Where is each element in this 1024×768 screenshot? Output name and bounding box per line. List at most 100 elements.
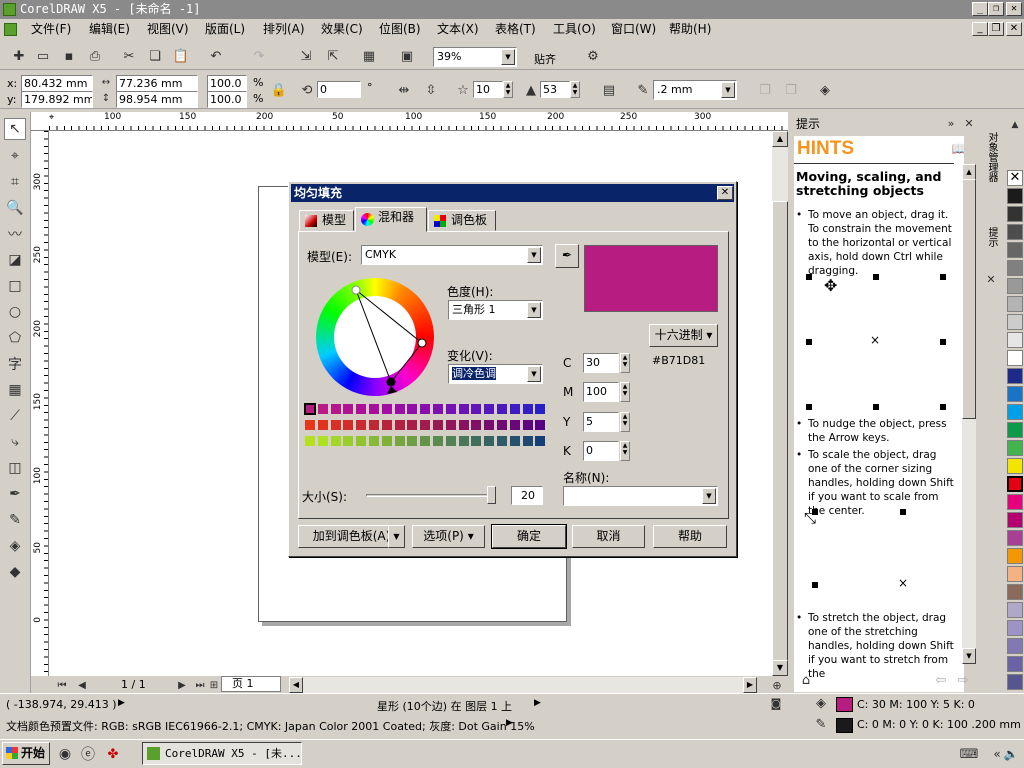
hints-scroll-down[interactable]: ▼ <box>962 648 976 664</box>
mixer-swatch[interactable] <box>316 419 329 431</box>
mixer-swatch[interactable] <box>432 419 444 431</box>
menu-tools[interactable]: 工具(O) <box>547 21 602 38</box>
scroll-thumb[interactable] <box>772 201 788 671</box>
mixer-swatch[interactable] <box>406 403 419 415</box>
rotation-angle-input[interactable]: 0 <box>317 81 361 98</box>
mixer-swatch[interactable] <box>444 403 457 415</box>
palette-swatch[interactable] <box>1007 314 1023 330</box>
yellow-spinner[interactable]: ▲ ▼ <box>620 412 630 432</box>
mixer-swatch[interactable] <box>444 419 457 431</box>
mixer-swatch[interactable] <box>419 419 432 431</box>
hex-format-button[interactable]: 十六进制 ▾ <box>649 324 718 347</box>
mixer-swatch[interactable] <box>496 403 508 415</box>
lock-ratio-icon[interactable]: 🔒 <box>268 79 290 101</box>
palette-swatch[interactable] <box>1007 188 1023 204</box>
width-input[interactable]: 77.236 mm <box>116 75 198 92</box>
hue-select[interactable]: 三角形 1 ▼ <box>448 300 543 320</box>
mixer-swatch[interactable] <box>380 419 393 431</box>
menu-text[interactable]: 文本(X) <box>431 21 485 38</box>
mixer-swatch[interactable] <box>457 435 470 447</box>
ellipse-tool-icon[interactable]: ○ <box>4 301 26 323</box>
black-spinner[interactable]: ▲ ▼ <box>620 441 630 461</box>
mixer-swatch[interactable] <box>316 435 329 447</box>
copy-icon[interactable]: ❏ <box>144 45 166 67</box>
yellow-input[interactable]: 5 <box>583 412 619 432</box>
palette-swatch[interactable] <box>1007 656 1023 672</box>
menu-effects[interactable]: 效果(C) <box>315 21 369 38</box>
color-mixer-grid[interactable] <box>304 403 547 451</box>
tab-mixers[interactable]: 混和器 <box>355 207 427 232</box>
palette-swatch[interactable] <box>1007 584 1023 600</box>
mixer-swatch[interactable] <box>521 435 534 447</box>
palette-swatch[interactable] <box>1007 458 1023 474</box>
palette-swatch[interactable] <box>1007 440 1023 456</box>
mixer-swatch[interactable] <box>521 403 534 415</box>
docker-strip-close-icon[interactable]: ✕ <box>980 268 1002 290</box>
menu-table[interactable]: 表格(T) <box>489 21 542 38</box>
mixer-swatch[interactable] <box>470 403 483 415</box>
palette-swatch[interactable] <box>1007 278 1023 294</box>
palette-swatch[interactable] <box>1007 296 1023 312</box>
doc-minimize-button[interactable]: _ <box>972 22 988 36</box>
mixer-swatch[interactable] <box>406 419 419 431</box>
welcome-screen-icon[interactable]: ▣ <box>396 45 418 67</box>
mixer-swatch[interactable] <box>496 435 508 447</box>
close-button[interactable]: ✕ <box>1006 2 1022 16</box>
mixer-swatch[interactable] <box>368 435 380 447</box>
keyboard-icon[interactable]: ⌨ <box>958 743 980 765</box>
harmony-handle[interactable] <box>417 338 427 348</box>
dialog-close-button[interactable]: ✕ <box>717 186 733 200</box>
size-slider-thumb[interactable] <box>487 486 496 504</box>
mixer-swatch[interactable] <box>393 435 406 447</box>
chevron-down-icon[interactable]: ▼ <box>702 488 716 504</box>
application-launcher-icon[interactable]: ▦ <box>358 45 380 67</box>
palette-swatch[interactable] <box>1007 260 1023 276</box>
menu-view[interactable]: 视图(V) <box>141 21 195 38</box>
cancel-button[interactable]: 取消 <box>572 525 645 548</box>
paste-icon[interactable]: 📋 <box>170 45 192 67</box>
star-points-input[interactable]: 10 <box>473 81 503 98</box>
maximize-button[interactable]: ❐ <box>988 2 1004 16</box>
hints-scroll-thumb[interactable] <box>962 179 976 419</box>
points-spinner[interactable]: ▲ ▼ <box>503 81 513 98</box>
cyan-spinner[interactable]: ▲ ▼ <box>620 353 630 373</box>
palette-swatch[interactable] <box>1007 332 1023 348</box>
rotate-icon[interactable]: ⟲ <box>296 79 318 101</box>
color-name-combo[interactable]: ▼ <box>563 486 718 506</box>
magenta-input[interactable]: 100 <box>583 382 619 402</box>
scroll-up-button[interactable]: ▲ <box>772 131 788 147</box>
mixer-swatch[interactable] <box>432 435 444 447</box>
mixer-swatch[interactable] <box>457 403 470 415</box>
chevron-down-icon[interactable]: ▼ <box>501 49 515 65</box>
eyedropper-tool-icon[interactable]: ✒ <box>4 483 26 505</box>
export-icon[interactable]: ⇱ <box>322 45 344 67</box>
menu-arrange[interactable]: 排列(A) <box>257 21 311 38</box>
harmony-handle[interactable] <box>351 285 361 295</box>
mirror-horizontal-icon[interactable]: ⇹ <box>393 79 415 101</box>
outline-width-combo[interactable]: .2 mm ▼ <box>653 80 737 100</box>
mixer-swatch[interactable] <box>393 419 406 431</box>
redo-icon[interactable]: ↷ <box>248 45 270 67</box>
mixer-swatch[interactable] <box>355 403 368 415</box>
palette-swatch[interactable] <box>1007 512 1023 528</box>
tab-hints[interactable]: 提示 <box>984 227 999 247</box>
snap-to-dropdown[interactable]: 贴齐 <box>534 51 556 67</box>
mixer-swatch[interactable] <box>355 435 368 447</box>
new-icon[interactable]: ✚ <box>8 45 30 67</box>
y-position-input[interactable]: 179.892 mm <box>21 91 93 108</box>
hints-scroll-up[interactable]: ▲ <box>962 164 976 180</box>
scale-x-input[interactable]: 100.0 <box>207 75 247 92</box>
hints-back-icon[interactable]: ⇦ <box>930 669 952 691</box>
mixer-swatch[interactable] <box>329 419 342 431</box>
menu-help[interactable]: 帮助(H) <box>663 21 717 38</box>
palette-swatch[interactable] <box>1007 350 1023 366</box>
palette-swatch[interactable] <box>1007 368 1023 384</box>
hints-scrollbar[interactable]: ▲ ▼ <box>962 164 976 664</box>
doc-restore-button[interactable]: ❐ <box>988 22 1004 36</box>
mixer-swatch[interactable] <box>444 435 457 447</box>
sharpness-input[interactable]: 53 <box>540 81 570 98</box>
mixer-swatch[interactable] <box>380 403 393 415</box>
mixer-swatch[interactable] <box>368 403 380 415</box>
tab-models[interactable]: 模型 <box>299 210 354 231</box>
palette-swatch[interactable] <box>1007 422 1023 438</box>
